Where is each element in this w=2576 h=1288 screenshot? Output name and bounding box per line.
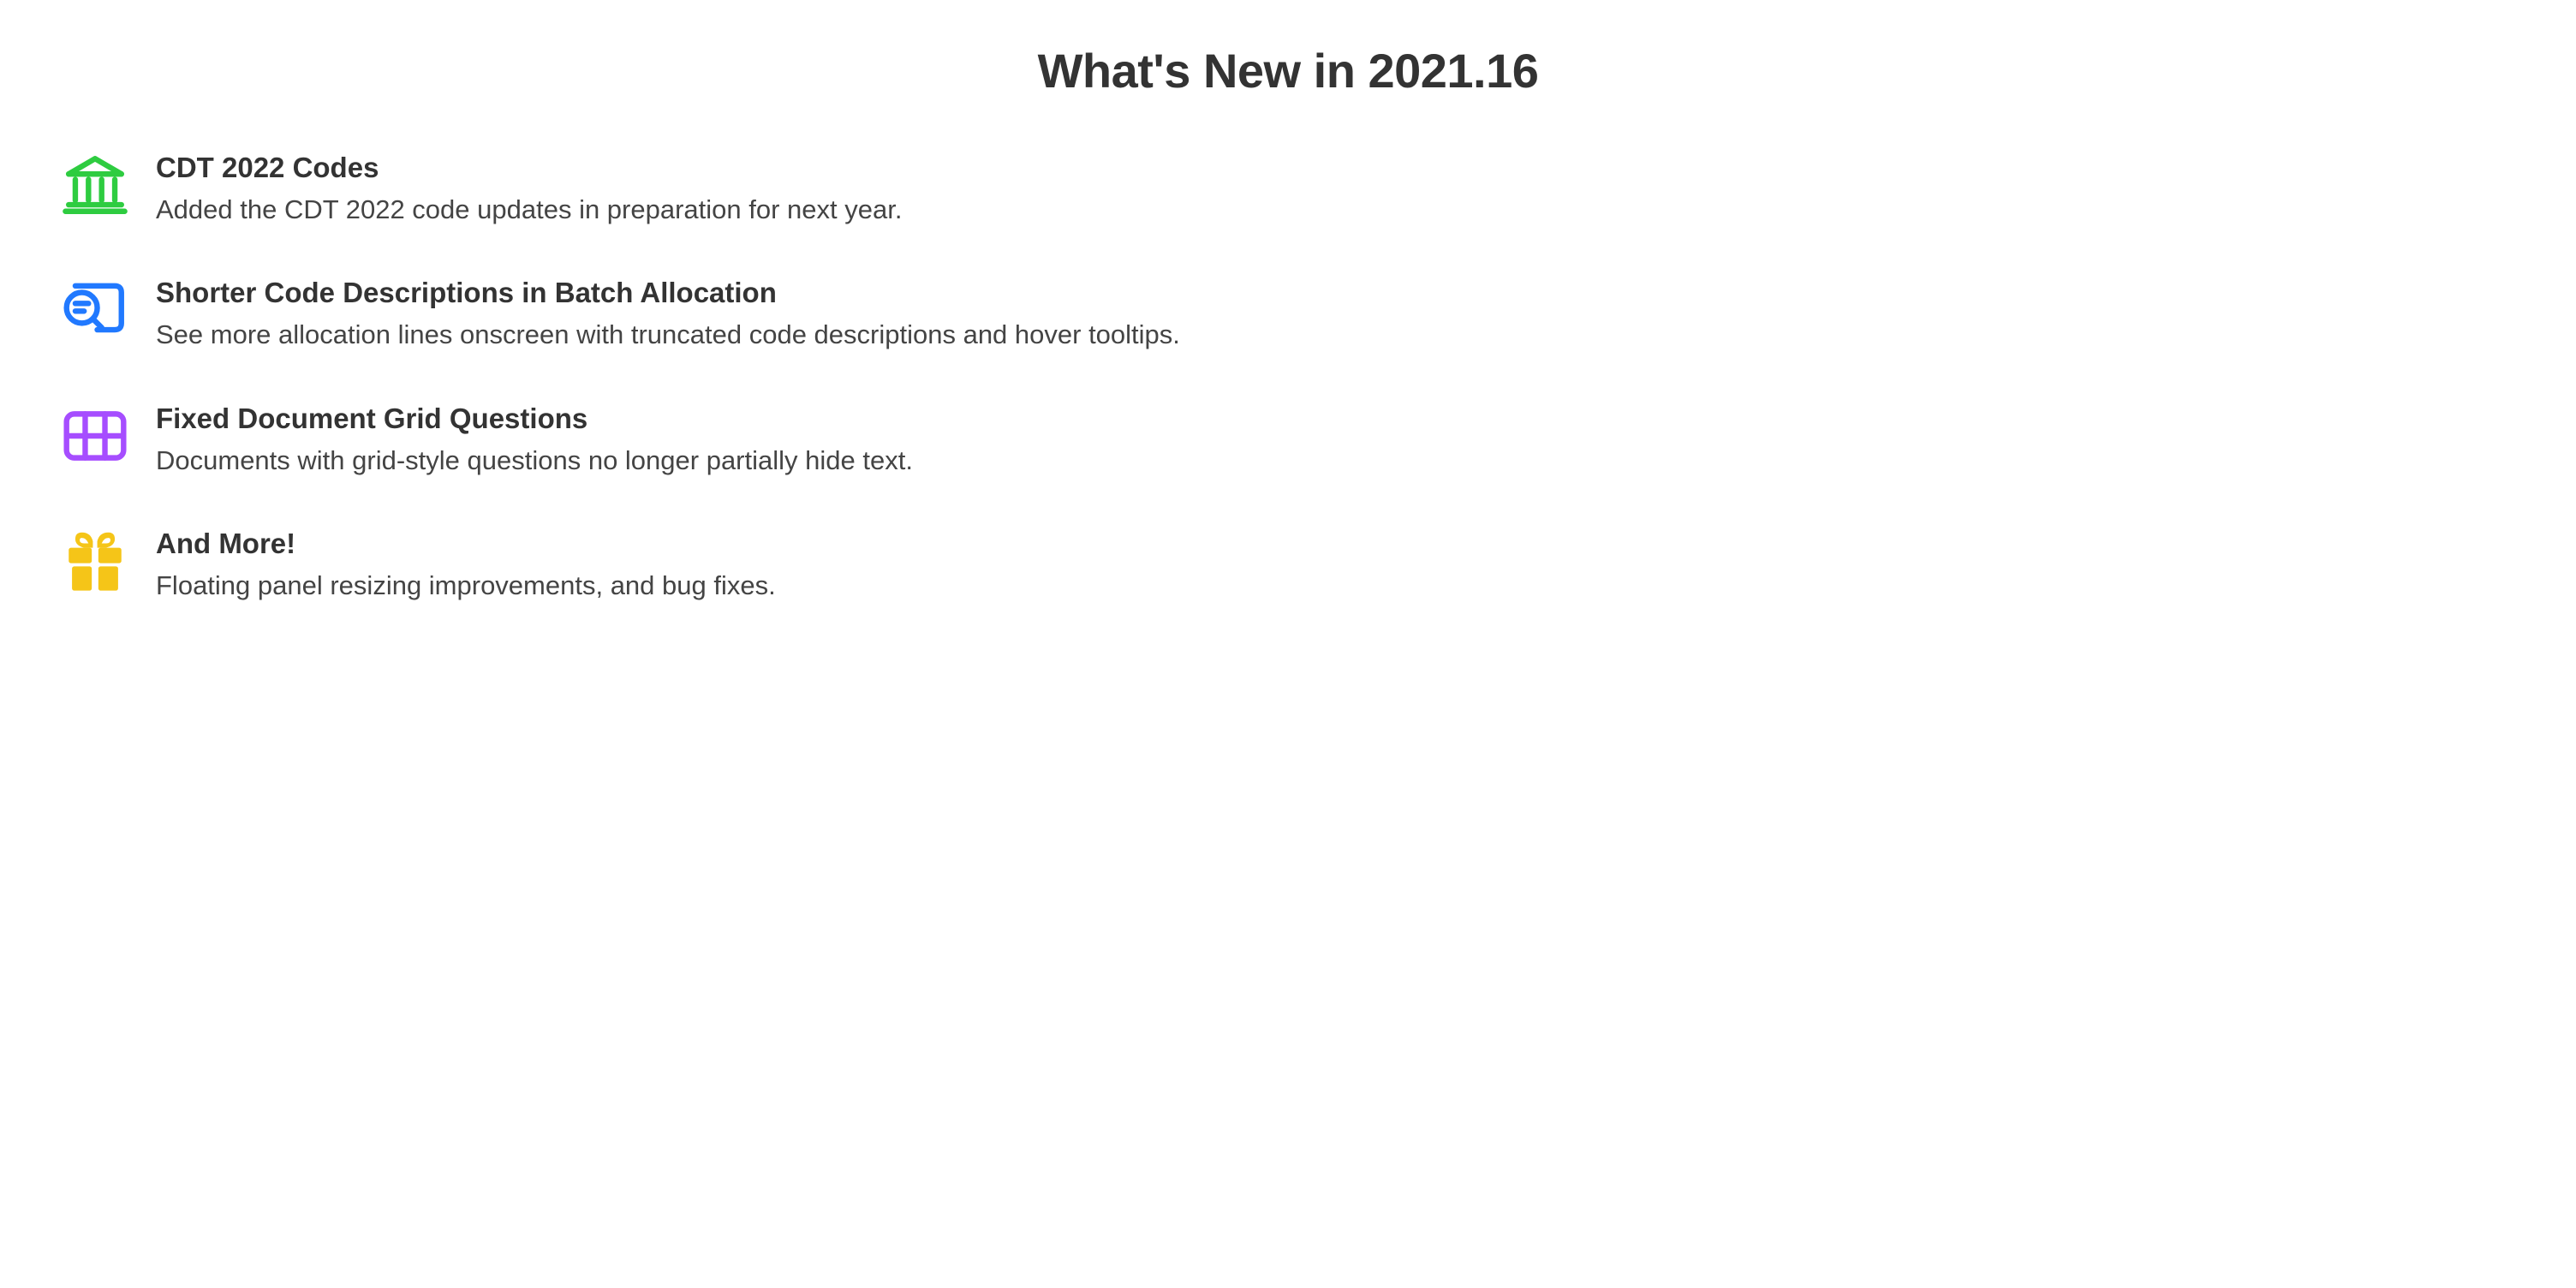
bank-icon [60, 150, 130, 220]
page-title: What's New in 2021.16 [60, 43, 2516, 98]
feature-description: Documents with grid-style questions no l… [156, 444, 913, 478]
feature-item: Fixed Document Grid Questions Documents … [60, 401, 2516, 478]
feature-description: Added the CDT 2022 code updates in prepa… [156, 193, 902, 227]
feature-title: And More! [156, 528, 776, 560]
feature-item: Shorter Code Descriptions in Batch Alloc… [60, 275, 2516, 352]
feature-title: Shorter Code Descriptions in Batch Alloc… [156, 277, 1180, 309]
search-doc-icon [60, 275, 130, 345]
grid-icon [60, 401, 130, 471]
gift-icon [60, 526, 130, 596]
feature-title: CDT 2022 Codes [156, 152, 902, 184]
features-list: CDT 2022 Codes Added the CDT 2022 code u… [60, 150, 2516, 603]
feature-item: And More! Floating panel resizing improv… [60, 526, 2516, 603]
feature-title: Fixed Document Grid Questions [156, 402, 913, 435]
feature-description: See more allocation lines onscreen with … [156, 318, 1180, 352]
feature-item: CDT 2022 Codes Added the CDT 2022 code u… [60, 150, 2516, 227]
feature-description: Floating panel resizing improvements, an… [156, 569, 776, 603]
